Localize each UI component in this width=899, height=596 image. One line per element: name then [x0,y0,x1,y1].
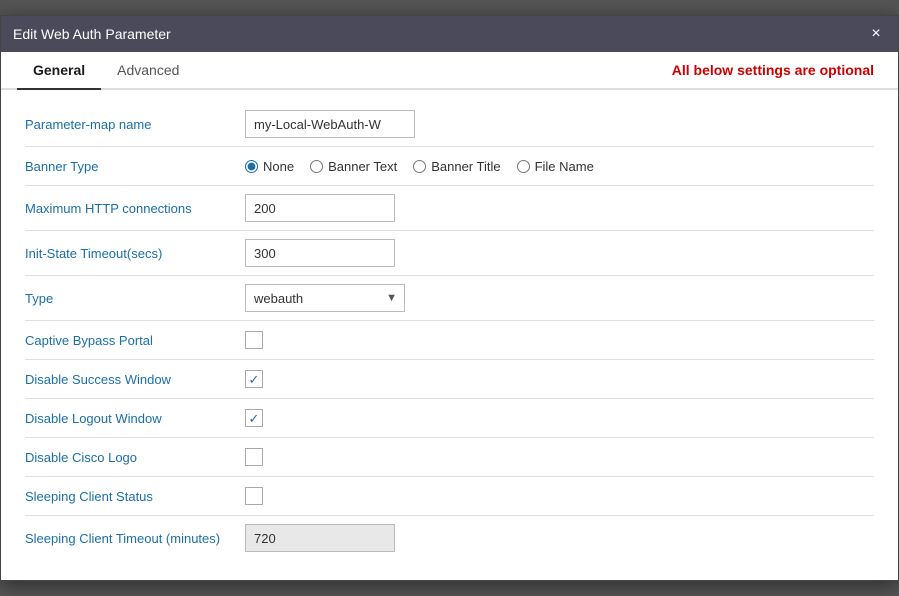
param-name-control [245,110,874,138]
close-button[interactable]: × [866,24,886,44]
sleeping-status-checkbox[interactable] [245,487,263,505]
sleeping-timeout-label: Sleeping Client Timeout (minutes) [25,531,245,546]
disable-cisco-label: Disable Cisco Logo [25,450,245,465]
dialog-title: Edit Web Auth Parameter [13,26,171,42]
init-timeout-label: Init-State Timeout(secs) [25,246,245,261]
sleeping-status-control [245,487,874,505]
radio-file-name-label: File Name [535,159,594,174]
disable-logout-checkmark: ✓ [249,412,260,425]
banner-type-label: Banner Type [25,159,245,174]
optional-note: All below settings are optional [672,62,882,78]
captive-bypass-checkbox[interactable] [245,331,263,349]
disable-logout-label: Disable Logout Window [25,411,245,426]
disable-success-checkmark: ✓ [249,373,260,386]
radio-banner-title[interactable]: Banner Title [413,159,500,174]
type-label: Type [25,291,245,306]
disable-success-checkbox[interactable]: ✓ [245,370,263,388]
radio-none-label: None [263,159,294,174]
disable-success-label: Disable Success Window [25,372,245,387]
type-control: webauth consent webconsent ▼ [245,284,874,312]
type-row: Type webauth consent webconsent ▼ [25,276,874,320]
banner-type-row: Banner Type None Banner Text [25,147,874,185]
param-name-label: Parameter-map name [25,117,245,132]
tab-bar: General Advanced All below settings are … [1,52,898,90]
max-http-row: Maximum HTTP connections [25,186,874,230]
dialog-body: General Advanced All below settings are … [1,52,898,580]
disable-success-row: Disable Success Window ✓ [25,360,874,398]
radio-banner-text-input[interactable] [310,160,323,173]
max-http-input[interactable] [245,194,395,222]
disable-logout-checkbox-wrapper: ✓ [245,409,263,427]
captive-bypass-control [245,331,874,349]
sleeping-status-row: Sleeping Client Status [25,477,874,515]
disable-logout-checkbox[interactable]: ✓ [245,409,263,427]
tab-general[interactable]: General [17,52,101,90]
max-http-label: Maximum HTTP connections [25,201,245,216]
radio-none[interactable]: None [245,159,294,174]
dialog-titlebar: Edit Web Auth Parameter × [1,16,898,52]
disable-success-control: ✓ [245,370,874,388]
init-timeout-row: Init-State Timeout(secs) [25,231,874,275]
sleeping-timeout-input[interactable] [245,524,395,552]
max-http-control [245,194,874,222]
captive-bypass-row: Captive Bypass Portal [25,321,874,359]
disable-cisco-row: Disable Cisco Logo [25,438,874,476]
radio-banner-text[interactable]: Banner Text [310,159,397,174]
type-select[interactable]: webauth consent webconsent [245,284,405,312]
init-timeout-input[interactable] [245,239,395,267]
edit-web-auth-dialog: Edit Web Auth Parameter × General Advanc… [0,15,899,581]
radio-banner-title-input[interactable] [413,160,426,173]
form-area: Parameter-map name Banner Type None [1,90,898,580]
disable-logout-control: ✓ [245,409,874,427]
param-name-row: Parameter-map name [25,102,874,146]
radio-none-input[interactable] [245,160,258,173]
sleeping-status-checkbox-wrapper [245,487,263,505]
radio-banner-title-label: Banner Title [431,159,500,174]
disable-success-checkbox-wrapper: ✓ [245,370,263,388]
sleeping-timeout-row: Sleeping Client Timeout (minutes) [25,516,874,560]
captive-bypass-label: Captive Bypass Portal [25,333,245,348]
radio-file-name-input[interactable] [517,160,530,173]
radio-file-name[interactable]: File Name [517,159,594,174]
banner-type-control: None Banner Text Banner Title File [245,159,874,174]
init-timeout-control [245,239,874,267]
captive-bypass-checkbox-wrapper [245,331,263,349]
disable-cisco-checkbox-wrapper [245,448,263,466]
tab-advanced[interactable]: Advanced [101,52,195,90]
banner-radio-group: None Banner Text Banner Title File [245,159,594,174]
disable-cisco-checkbox[interactable] [245,448,263,466]
radio-banner-text-label: Banner Text [328,159,397,174]
sleeping-timeout-control [245,524,874,552]
type-select-wrapper: webauth consent webconsent ▼ [245,284,405,312]
disable-logout-row: Disable Logout Window ✓ [25,399,874,437]
param-name-input[interactable] [245,110,415,138]
sleeping-status-label: Sleeping Client Status [25,489,245,504]
disable-cisco-control [245,448,874,466]
